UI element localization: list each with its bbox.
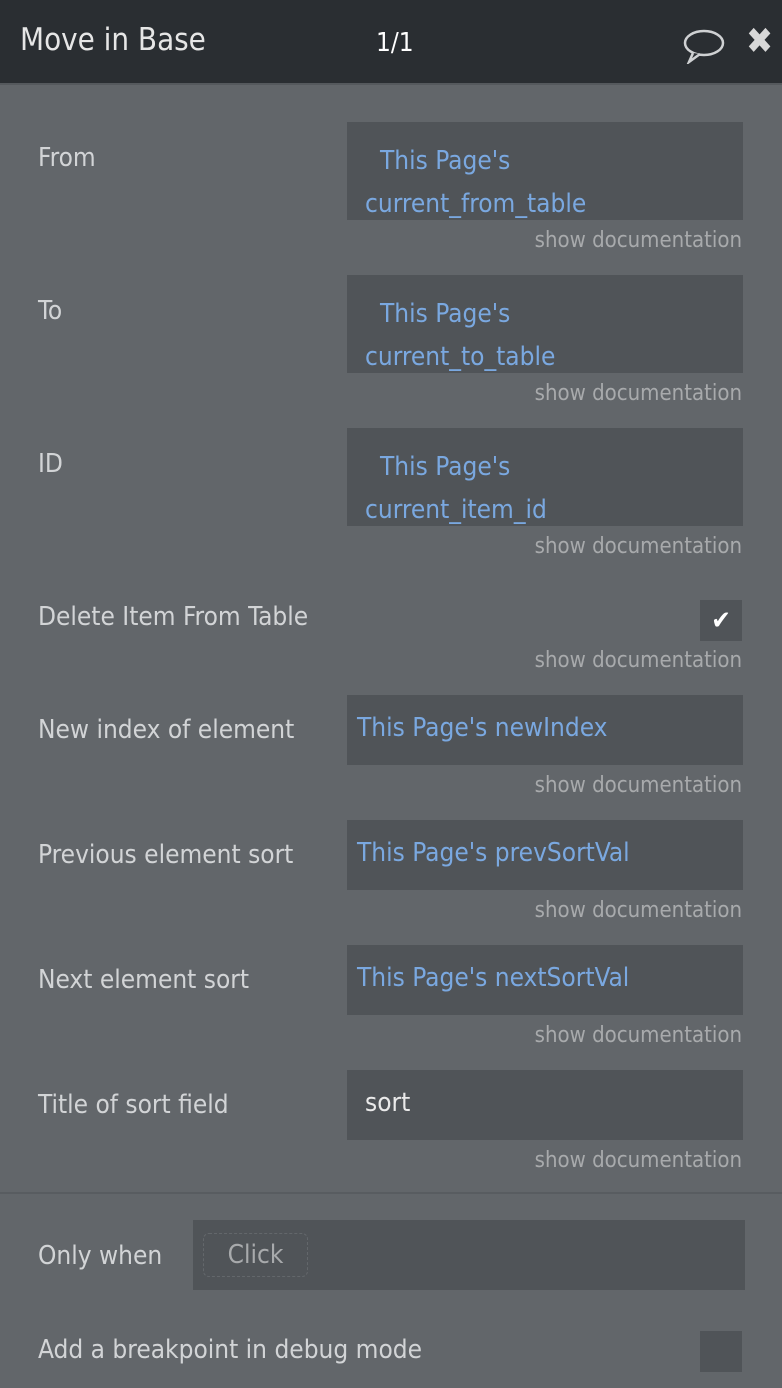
new-index-label: New index of element [38,715,295,745]
page-indicator: 1/1 [376,28,414,58]
from-field[interactable]: This Page's current_from_table [347,122,743,220]
show-documentation-link[interactable]: show documentation [535,1023,742,1048]
show-documentation-link[interactable]: show documentation [535,648,742,673]
next-sort-label: Next element sort [38,965,250,995]
show-documentation-link[interactable]: show documentation [535,534,742,559]
comment-icon[interactable] [683,28,725,64]
show-documentation-link[interactable]: show documentation [535,1148,742,1173]
only-when-label: Only when [38,1241,163,1271]
id-field[interactable]: This Page's current_item_id [347,428,743,526]
next-sort-field[interactable]: This Page's nextSortVal [347,945,743,1015]
from-value-line1: This Page's [380,146,511,176]
new-index-field[interactable]: This Page's newIndex [347,695,743,765]
delete-item-checkbox[interactable]: ✔ [700,600,742,641]
previous-sort-field[interactable]: This Page's prevSortVal [347,820,743,890]
previous-sort-label: Previous element sort [38,840,294,870]
from-label: From [38,143,96,173]
to-label: To [38,296,63,326]
id-value-line2: current_item_id [365,495,547,525]
from-value-line2: current_from_table [365,189,587,219]
divider [0,1192,782,1194]
show-documentation-link[interactable]: show documentation [535,381,742,406]
id-label: ID [38,449,63,479]
close-icon[interactable]: ✖ [746,24,773,60]
to-field[interactable]: This Page's current_to_table [347,275,743,373]
sort-field-title-input[interactable]: sort [347,1070,743,1140]
only-when-field[interactable]: Click [193,1220,745,1290]
id-value-line1: This Page's [380,452,511,482]
breakpoint-label: Add a breakpoint in debug mode [38,1335,422,1365]
panel-title: Move in Base [20,22,206,58]
show-documentation-link[interactable]: show documentation [535,228,742,253]
sort-field-title-label: Title of sort field [38,1090,229,1120]
checkmark-icon: ✔ [711,605,731,636]
to-value-line1: This Page's [380,299,511,329]
show-documentation-link[interactable]: show documentation [535,898,742,923]
condition-placeholder[interactable]: Click [203,1233,308,1277]
show-documentation-link[interactable]: show documentation [535,773,742,798]
delete-item-label: Delete Item From Table [38,602,309,632]
to-value-line2: current_to_table [365,342,556,372]
header: Move in Base 1/1 ✖ [0,0,782,85]
breakpoint-checkbox[interactable] [700,1331,742,1372]
